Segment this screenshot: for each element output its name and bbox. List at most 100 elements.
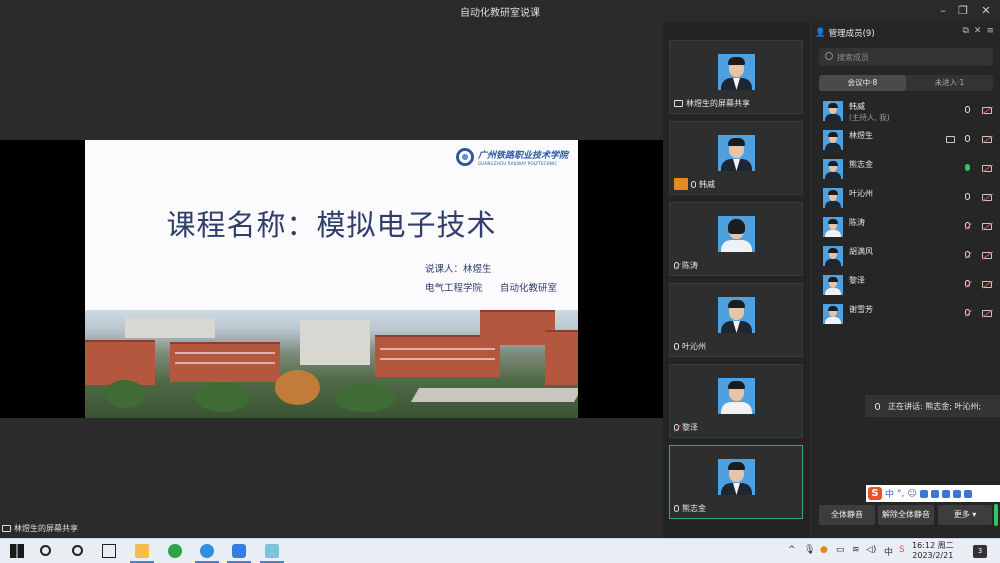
member-row-xiexuefang[interactable]: 谢雪芳 <box>811 301 1000 327</box>
grid-icon[interactable] <box>963 489 972 498</box>
microphone-icon[interactable]: 🎙 <box>804 545 815 555</box>
unmute-all-button[interactable]: 解除全体静音 <box>878 505 934 525</box>
skin-icon[interactable] <box>952 489 961 498</box>
member-row-chentao[interactable]: 陈涛 <box>811 214 1000 240</box>
file-explorer-icon[interactable] <box>135 544 149 558</box>
wifi-icon[interactable]: ≋ <box>852 545 860 555</box>
windows-start-icon[interactable] <box>10 544 24 558</box>
mic-muted-icon[interactable] <box>965 280 970 287</box>
avatar <box>823 246 843 266</box>
toolbox-icon[interactable] <box>941 489 950 498</box>
video-tile-xiongzhijin[interactable]: 熊志金 <box>669 445 803 519</box>
camera-off-icon[interactable] <box>982 136 992 143</box>
mic-speaking-icon[interactable] <box>965 164 970 171</box>
search-icon[interactable] <box>40 545 51 556</box>
member-row-xiongzhijin[interactable]: 熊志金 <box>811 156 1000 182</box>
notification-badge[interactable]: 3 <box>973 545 987 558</box>
camera-off-icon[interactable] <box>982 252 992 259</box>
video-gallery: 林煜生的屏幕共享 韩威 陈涛 叶沁州 黎泽 熊志金 <box>663 22 810 538</box>
camera-off-icon[interactable] <box>982 223 992 230</box>
cortana-icon[interactable] <box>72 545 83 556</box>
camera-off-icon[interactable] <box>982 194 992 201</box>
emoji-icon[interactable]: ☺ <box>907 489 916 499</box>
mic-icon <box>674 505 679 512</box>
presenter-line: 说课人：林煜生 <box>425 264 492 275</box>
member-name: 陈涛 <box>849 218 865 227</box>
member-row-hanwei[interactable]: 韩威 (主持人, 我) <box>811 98 1000 124</box>
app-icon[interactable] <box>265 544 279 558</box>
mic-icon <box>691 180 696 188</box>
restore-button[interactable]: ❐ <box>952 3 974 19</box>
scrollbar[interactable] <box>994 504 998 526</box>
ime-toolbar[interactable]: S 中 °, ☺ <box>866 485 1000 502</box>
tab-not-joined[interactable]: 未进入·1 <box>906 75 993 91</box>
chevron-up-icon[interactable]: ^ <box>788 545 796 555</box>
mute-all-button[interactable]: 全体静音 <box>819 505 875 525</box>
video-tile-share[interactable]: 林煜生的屏幕共享 <box>669 40 803 114</box>
host-icon <box>674 178 688 190</box>
member-row-yeqinzhou[interactable]: 叶沁州 <box>811 185 1000 211</box>
qq-icon[interactable]: ● <box>820 545 828 555</box>
punctuation-icon[interactable]: °, <box>897 489 904 499</box>
member-name: 林煜生 <box>849 131 873 140</box>
ime-indicator[interactable]: 中 <box>884 545 893 558</box>
keyboard-icon[interactable] <box>930 489 939 498</box>
member-row-lize[interactable]: 黎泽 <box>811 272 1000 298</box>
popout-icon[interactable]: ⧉ <box>962 26 968 36</box>
video-tile-lize[interactable]: 黎泽 <box>669 364 803 438</box>
members-panel: 👤 管理成员(9) ⧉ ✕ ≡ 会议中·8 未进入·1 韩威 (主持人, 我) … <box>810 22 1000 538</box>
video-tile-chentao[interactable]: 陈涛 <box>669 202 803 276</box>
member-row-humanfeng[interactable]: 胡满风 <box>811 243 1000 269</box>
member-row-linyusheng[interactable]: 林煜生 <box>811 127 1000 153</box>
volume-icon[interactable]: ◁) <box>866 545 876 555</box>
video-tile-hanwei[interactable]: 韩威 <box>669 121 803 195</box>
taskbar-clock[interactable]: 16:12 周二 2023/2/21 <box>912 541 954 561</box>
meeting-app-icon[interactable] <box>232 544 246 558</box>
camera-off-icon[interactable] <box>982 281 992 288</box>
slide-info: 说课人：林煜生 电气工程学院 自动化教研室 <box>425 260 557 294</box>
mic-icon[interactable] <box>965 106 970 113</box>
mic-icon <box>674 343 679 350</box>
video-tile-yeqinzhou[interactable]: 叶沁州 <box>669 283 803 357</box>
tile-label: 黎泽 <box>682 423 698 432</box>
search-icon <box>825 52 833 60</box>
voice-icon[interactable] <box>919 489 928 498</box>
search-input[interactable] <box>837 50 987 64</box>
menu-icon[interactable]: ≡ <box>986 26 994 36</box>
avatar <box>823 188 843 208</box>
tab-in-meeting[interactable]: 会议中·8 <box>819 75 906 91</box>
battery-icon[interactable]: ▭ <box>836 545 845 555</box>
screen-share-label: 林煜生的屏幕共享 <box>14 524 78 533</box>
mic-muted-icon[interactable] <box>965 309 970 316</box>
more-button[interactable]: 更多 ▾ <box>938 505 992 525</box>
minimize-button[interactable]: – <box>932 3 954 19</box>
task-view-icon[interactable] <box>102 544 116 558</box>
logo-chinese-name: 广州铁路职业技术学院 <box>477 151 568 161</box>
avatar <box>718 54 755 90</box>
close-button[interactable]: ✕ <box>975 3 997 19</box>
mic-icon[interactable] <box>965 193 970 200</box>
sogou-tray-icon[interactable]: S <box>899 545 905 555</box>
sogou-ime-icon[interactable]: S <box>868 487 882 500</box>
camera-off-icon[interactable] <box>982 107 992 114</box>
mic-muted-icon[interactable] <box>965 251 970 258</box>
mic-muted-icon[interactable] <box>965 222 970 229</box>
avatar <box>718 297 755 333</box>
member-name: 黎泽 <box>849 276 865 285</box>
mic-icon <box>875 402 880 410</box>
camera-off-icon[interactable] <box>982 310 992 317</box>
screen-share-indicator: 林煜生的屏幕共享 <box>2 523 78 534</box>
screen-share-icon <box>674 100 683 107</box>
screen-share-icon <box>946 136 955 143</box>
browser-icon[interactable] <box>168 544 182 558</box>
avatar <box>718 216 755 252</box>
lab-line: 自动化教研室 <box>500 283 558 294</box>
ime-language[interactable]: 中 <box>885 487 894 500</box>
close-panel-icon[interactable]: ✕ <box>974 26 982 36</box>
member-name: 韩威 <box>849 102 865 111</box>
camera-off-icon[interactable] <box>982 165 992 172</box>
avatar <box>823 217 843 237</box>
chat-app-icon[interactable] <box>200 544 214 558</box>
member-tabs: 会议中·8 未进入·1 <box>819 75 993 91</box>
mic-icon[interactable] <box>965 135 970 142</box>
